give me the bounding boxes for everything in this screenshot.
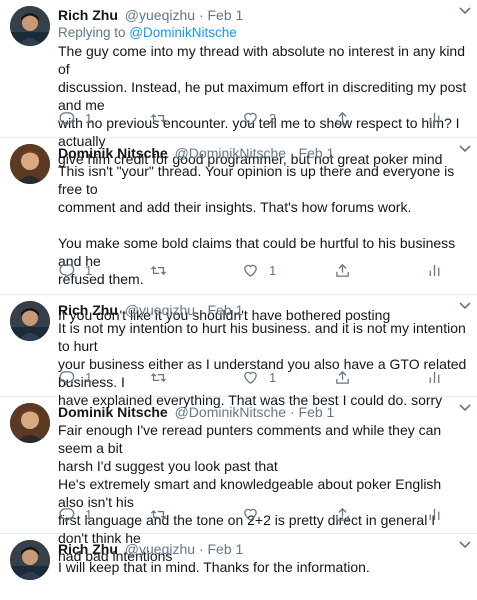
like-button[interactable]: 1	[242, 262, 334, 279]
author-name[interactable]: Rich Zhu	[58, 7, 118, 23]
analytics-button[interactable]	[426, 506, 453, 523]
analytics-icon	[429, 264, 440, 276]
tweet-text-line: I will keep that in mind. Thanks for the…	[58, 559, 370, 575]
separator-dot: ·	[289, 404, 295, 420]
retweet-button[interactable]	[150, 110, 242, 127]
tweet-text: It is not my intention to hurt his busin…	[58, 319, 467, 409]
avatar[interactable]	[10, 403, 50, 443]
like-count: 1	[269, 262, 277, 278]
tweet-text-line: Fair enough I've reread punters comments…	[58, 422, 442, 456]
reply-button[interactable]: 1	[58, 262, 150, 279]
like-button[interactable]: 1	[242, 369, 334, 386]
tweet-actions: 1 1	[58, 367, 453, 387]
tweet-text-line: This isn't "your" thread. Your opinion i…	[58, 163, 455, 197]
separator-dot: ·	[289, 145, 295, 161]
share-button[interactable]	[334, 506, 426, 523]
reply-count: 1	[85, 262, 93, 278]
like-count: 2	[269, 110, 277, 126]
tweet-header: Rich Zhu @yueqizhu · Feb 1	[58, 301, 467, 319]
analytics-icon	[429, 508, 440, 520]
tweet-text-line: It is not my intention to hurt his busin…	[58, 320, 466, 354]
retweet-button[interactable]	[150, 506, 242, 523]
analytics-icon	[429, 371, 440, 383]
tweet-header: Rich Zhu @yueqizhu · Feb 1	[58, 6, 467, 24]
share-icon	[336, 111, 349, 125]
reply-count: 1	[85, 369, 93, 385]
analytics-button[interactable]	[426, 369, 453, 386]
retweet-button[interactable]	[150, 262, 242, 279]
avatar[interactable]	[10, 540, 50, 580]
heart-icon	[244, 508, 257, 521]
tweet-actions: 1 2	[58, 108, 453, 128]
tweet-actions: 1 1	[58, 260, 453, 280]
tweet-date[interactable]: Feb 1	[299, 404, 335, 420]
reply-icon	[59, 263, 75, 278]
author-handle[interactable]: @yueqizhu	[125, 541, 195, 557]
tweet-2[interactable]: Dominik Nitsche @DominikNitsche · Feb 1 …	[0, 138, 477, 323]
retweet-icon	[150, 509, 167, 519]
retweet-icon	[150, 113, 167, 123]
author-handle[interactable]: @DominikNitsche	[175, 145, 286, 161]
separator-dot: ·	[198, 302, 204, 318]
author-handle[interactable]: @yueqizhu	[125, 302, 195, 318]
author-name[interactable]: Rich Zhu	[58, 541, 118, 557]
tweet-text-line: comment and add their insights. That's h…	[58, 199, 412, 215]
tweet-header: Dominik Nitsche @DominikNitsche · Feb 1	[58, 403, 467, 421]
reply-icon	[59, 507, 75, 522]
analytics-button[interactable]	[426, 110, 453, 127]
reply-count: 1	[85, 110, 93, 126]
retweet-button[interactable]	[150, 369, 242, 386]
separator-dot: ·	[198, 7, 204, 23]
tweet-text-line: harsh I'd suggest you look past that	[58, 458, 278, 474]
retweet-icon	[150, 265, 167, 275]
reply-button[interactable]: 1	[58, 506, 150, 523]
separator-dot: ·	[198, 541, 204, 557]
tweet-5[interactable]: Rich Zhu @yueqizhu · Feb 1 I will keep t…	[0, 534, 477, 600]
share-button[interactable]	[334, 262, 426, 279]
avatar[interactable]	[10, 144, 50, 184]
share-icon	[336, 507, 349, 521]
avatar[interactable]	[10, 301, 50, 341]
like-button[interactable]	[242, 506, 334, 523]
tweet-actions: 1	[58, 504, 453, 524]
tweet-date[interactable]: Feb 1	[208, 7, 244, 23]
tweet-4[interactable]: Dominik Nitsche @DominikNitsche · Feb 1 …	[0, 397, 477, 564]
share-icon	[336, 370, 349, 384]
analytics-icon	[429, 112, 440, 124]
replying-to-mention[interactable]: @DominikNitsche	[129, 25, 236, 40]
avatar[interactable]	[10, 6, 50, 46]
author-name[interactable]: Dominik Nitsche	[58, 145, 168, 161]
author-handle[interactable]: @DominikNitsche	[175, 404, 286, 420]
author-name[interactable]: Dominik Nitsche	[58, 404, 168, 420]
tweet-header: Dominik Nitsche @DominikNitsche · Feb 1	[58, 144, 467, 162]
share-button[interactable]	[334, 369, 426, 386]
retweet-icon	[150, 372, 167, 382]
tweet-date[interactable]: Feb 1	[208, 541, 244, 557]
reply-icon	[59, 370, 75, 385]
share-icon	[336, 263, 349, 277]
share-button[interactable]	[334, 110, 426, 127]
reply-count: 1	[85, 506, 93, 522]
author-name[interactable]: Rich Zhu	[58, 302, 118, 318]
reply-button[interactable]: 1	[58, 369, 150, 386]
replying-to-label: Replying to	[58, 25, 130, 40]
tweet-text: I will keep that in mind. Thanks for the…	[58, 558, 467, 576]
heart-icon	[244, 371, 257, 384]
author-handle[interactable]: @yueqizhu	[125, 7, 195, 23]
like-count: 1	[269, 369, 277, 385]
reply-button[interactable]: 1	[58, 110, 150, 127]
analytics-button[interactable]	[426, 262, 453, 279]
tweet-3[interactable]: Rich Zhu @yueqizhu · Feb 1 It is not my …	[0, 295, 477, 408]
tweet-1[interactable]: Rich Zhu @yueqizhu · Feb 1 Replying to @…	[0, 0, 477, 167]
heart-icon	[244, 112, 257, 125]
tweet-date[interactable]: Feb 1	[299, 145, 335, 161]
tweet-header: Rich Zhu @yueqizhu · Feb 1	[58, 540, 467, 558]
tweet-text-line: The guy come into my thread with absolut…	[58, 43, 465, 77]
tweet-date[interactable]: Feb 1	[208, 302, 244, 318]
replying-to: Replying to @DominikNitsche	[58, 24, 467, 42]
heart-icon	[244, 264, 257, 277]
reply-icon	[59, 111, 75, 126]
like-button[interactable]: 2	[242, 110, 334, 127]
